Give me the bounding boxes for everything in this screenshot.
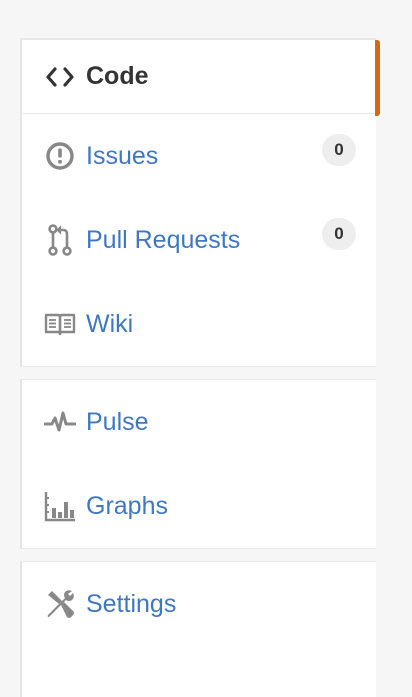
nav-item-pulse-label: Pulse	[86, 407, 149, 436]
nav-divider	[20, 548, 376, 562]
book-icon	[44, 308, 76, 340]
nav-item-wiki[interactable]: Wiki	[22, 282, 376, 366]
nav-item-code[interactable]: Code	[22, 38, 380, 116]
selected-indicator	[375, 40, 380, 116]
pull-requests-counter: 0	[322, 218, 356, 250]
nav-group-primary: Code Issues 0 Pull Requests 0 Wiki	[22, 38, 380, 366]
nav-item-pulse[interactable]: Pulse	[22, 380, 376, 464]
nav-item-issues[interactable]: Issues 0	[22, 114, 376, 198]
tools-icon	[44, 588, 76, 620]
nav-item-settings-label: Settings	[86, 589, 177, 618]
nav-item-code-label: Code	[86, 62, 149, 90]
nav-item-graphs[interactable]: Graphs	[22, 464, 376, 548]
graph-icon	[44, 490, 76, 522]
nav-item-wiki-label: Wiki	[86, 309, 134, 338]
code-icon	[44, 61, 76, 93]
nav-group-tertiary: Settings	[22, 562, 376, 646]
pulse-icon	[44, 406, 76, 438]
issues-counter: 0	[322, 134, 356, 166]
nav-item-pull-requests[interactable]: Pull Requests 0	[22, 198, 376, 282]
page: Code Issues 0 Pull Requests 0 Wiki Pulse…	[0, 0, 412, 697]
nav-item-graphs-label: Graphs	[86, 491, 168, 520]
issue-opened-icon	[44, 140, 76, 172]
nav-item-settings[interactable]: Settings	[22, 562, 376, 646]
git-pull-request-icon	[44, 224, 76, 256]
nav-group-secondary: Pulse Graphs	[22, 380, 376, 548]
nav-divider	[20, 366, 376, 380]
repo-nav: Code Issues 0 Pull Requests 0 Wiki Pulse…	[20, 38, 380, 697]
